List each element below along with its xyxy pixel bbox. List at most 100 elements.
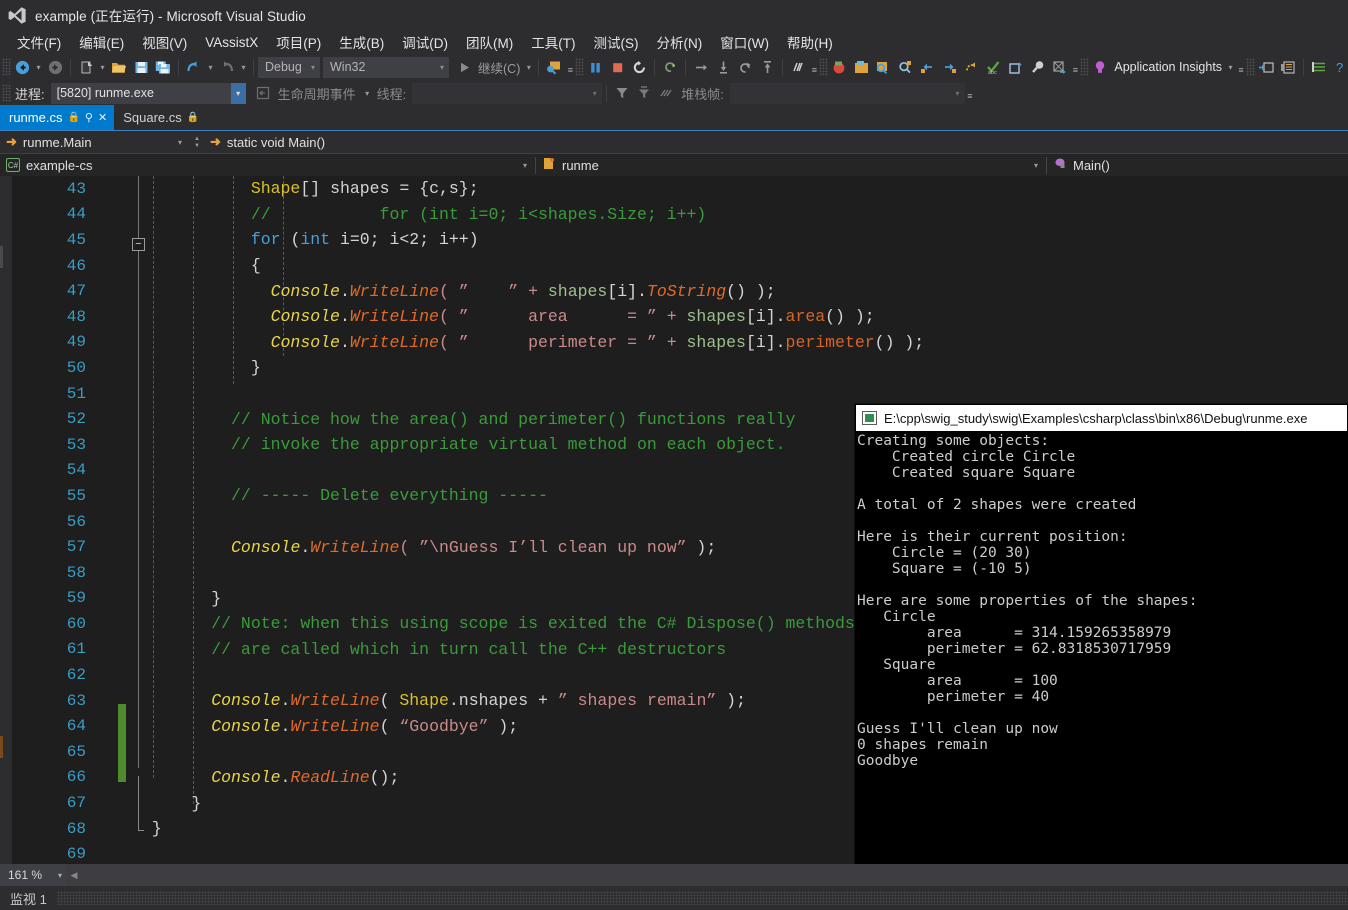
menu-file[interactable]: 文件(F) (8, 30, 70, 54)
toolbox-icon[interactable] (1004, 56, 1026, 78)
zoom-level-selector[interactable]: 161 % ▾ (0, 864, 66, 886)
toolbar-grip[interactable] (819, 58, 829, 76)
menu-analyze[interactable]: 分析(N) (648, 30, 712, 54)
pin-icon[interactable]: ⚲ (85, 111, 93, 124)
chevron-down-icon[interactable]: ▾ (950, 83, 965, 104)
nav-spinner[interactable]: ▲ ▼ (190, 136, 204, 149)
next-bookmark-icon[interactable] (938, 56, 960, 78)
continue-caret-icon[interactable]: ▾ (523, 56, 534, 78)
solution-configuration-combo[interactable]: Debug ▾ (258, 56, 320, 78)
toolbar-grip[interactable] (575, 58, 585, 76)
folder-properties-icon[interactable] (850, 56, 872, 78)
restart-debug-icon[interactable] (628, 56, 650, 78)
wrench-icon[interactable] (1026, 56, 1048, 78)
code-line[interactable]: 44 // for (int i=0; i<shapes.Size; i++) (0, 202, 1348, 228)
undo-caret-icon[interactable]: ▾ (205, 56, 216, 78)
settings-gear-icon[interactable] (1048, 56, 1070, 78)
tab-runme-cs[interactable]: runme.cs 🔒 ⚲ ✕ (0, 105, 115, 130)
thread-selector[interactable]: ▾ (412, 82, 603, 104)
toolbar-overflow-icon[interactable]: ≡ (965, 82, 975, 104)
step-out-icon[interactable] (734, 56, 756, 78)
stackframe-selector[interactable]: ▾ (729, 82, 965, 104)
chevron-down-icon[interactable]: ▾ (58, 871, 62, 880)
menu-project[interactable]: 项目(P) (267, 30, 330, 54)
code-line[interactable]: 49 Console.WriteLine( ” perimeter = ” + … (0, 330, 1348, 356)
attach-process-icon[interactable] (543, 56, 565, 78)
continue-label[interactable]: 继续(C) (475, 58, 523, 77)
toolbar-grip[interactable] (1080, 58, 1090, 76)
solution-platform-combo[interactable]: Win32 ▾ (323, 56, 449, 78)
menu-tools[interactable]: 工具(T) (522, 30, 584, 54)
type-scope-dropdown[interactable]: ➜ runme.Main ▾ (0, 131, 190, 154)
menu-window[interactable]: 窗口(W) (711, 30, 778, 54)
step-up-icon[interactable] (756, 56, 778, 78)
step-over-icon[interactable] (690, 56, 712, 78)
chevron-down-icon[interactable]: ▾ (587, 83, 602, 104)
lifecycle-caret-icon[interactable]: ▾ (362, 82, 373, 104)
code-line[interactable]: 45 for (int i=0; i<2; i++) (0, 227, 1348, 253)
spell-check-icon[interactable]: abc (982, 56, 1004, 78)
breakpoint-icon[interactable] (828, 56, 850, 78)
process-selector[interactable]: [5820] runme.exe ▾ (50, 82, 246, 104)
new-project-icon[interactable] (75, 56, 97, 78)
menu-vassistx[interactable]: VAssistX (196, 33, 267, 52)
member-scope-dropdown[interactable]: ➜ static void Main() (204, 131, 331, 154)
chevron-down-icon[interactable]: ▾ (178, 138, 184, 147)
spin-up-icon[interactable]: ▲ (194, 136, 200, 142)
toolbar-overflow-icon[interactable]: ≡ (1236, 56, 1246, 78)
code-line[interactable]: 48 Console.WriteLine( ” area = ” + shape… (0, 304, 1348, 330)
stop-debug-icon[interactable] (606, 56, 628, 78)
navigate-back-icon[interactable] (11, 56, 33, 78)
chevron-down-icon[interactable]: ▾ (523, 161, 529, 170)
redo-caret-icon[interactable]: ▾ (238, 56, 249, 78)
undo-icon[interactable] (183, 56, 205, 78)
solution-explorer-icon[interactable] (1255, 56, 1277, 78)
project-scope-dropdown[interactable]: C# example-cs ▾ (0, 154, 535, 177)
step-into-icon[interactable] (712, 56, 734, 78)
new-project-caret-icon[interactable]: ▾ (97, 56, 108, 78)
spin-down-icon[interactable]: ▼ (194, 143, 200, 149)
menu-edit[interactable]: 编辑(E) (70, 30, 133, 54)
code-line[interactable]: 47 Console.WriteLine( ” ” + shapes[i].To… (0, 278, 1348, 304)
toolbar-grip[interactable] (2, 58, 11, 76)
console-title-bar[interactable]: E:\cpp\swig_study\swig\Examples\csharp\c… (856, 405, 1347, 431)
menu-test[interactable]: 测试(S) (585, 30, 648, 54)
filter-clear-icon[interactable] (633, 82, 655, 104)
menu-team[interactable]: 团队(M) (457, 30, 522, 54)
find-in-files-icon[interactable] (894, 56, 916, 78)
toolbar-grip[interactable] (2, 84, 11, 102)
scroll-left-icon[interactable]: ◀ (66, 864, 82, 886)
properties-window-icon[interactable] (1277, 56, 1299, 78)
thread-marker-icon[interactable] (655, 82, 677, 104)
toolbar-overflow-icon[interactable]: ≡ (1070, 56, 1080, 78)
save-all-icon[interactable] (152, 56, 174, 78)
prev-bookmark-icon[interactable] (916, 56, 938, 78)
comment-lines-icon[interactable] (787, 56, 809, 78)
tab-square-cs[interactable]: Square.cs 🔒 (114, 105, 206, 130)
open-file-icon[interactable] (108, 56, 130, 78)
application-insights-label[interactable]: Application Insights (1111, 60, 1225, 74)
application-insights-caret-icon[interactable]: ▾ (1225, 56, 1236, 78)
console-output-window[interactable]: E:\cpp\swig_study\swig\Examples\csharp\c… (855, 404, 1348, 910)
toolbar-overflow-icon[interactable]: ≡ (809, 56, 819, 78)
navigate-back-caret-icon[interactable]: ▾ (33, 56, 44, 78)
chevron-down-icon[interactable]: ▾ (230, 82, 246, 104)
chevron-down-icon[interactable]: ▾ (1034, 161, 1040, 170)
menu-debug[interactable]: 调试(D) (393, 30, 457, 54)
navigate-forward-icon[interactable] (44, 56, 66, 78)
watch-window-bar[interactable]: 监视 1 (0, 886, 1348, 910)
toolbar-overflow-icon[interactable]: ≡ (565, 56, 575, 78)
code-line[interactable]: 43 Shape[] shapes = {c,s}; (0, 176, 1348, 202)
find-icon[interactable] (872, 56, 894, 78)
task-list-icon[interactable] (1308, 56, 1330, 78)
save-icon[interactable] (130, 56, 152, 78)
help-icon[interactable]: ? (1330, 56, 1348, 78)
toolbar-grip[interactable] (1246, 58, 1256, 76)
method-scope-dropdown[interactable]: Main() (1047, 154, 1116, 177)
redo-icon[interactable] (216, 56, 238, 78)
undo-navigation-icon[interactable] (960, 56, 982, 78)
menu-help[interactable]: 帮助(H) (778, 30, 842, 54)
code-line[interactable]: 51 (0, 381, 1348, 407)
lifecycle-events-icon[interactable] (252, 82, 274, 104)
code-line[interactable]: 50 } (0, 355, 1348, 381)
